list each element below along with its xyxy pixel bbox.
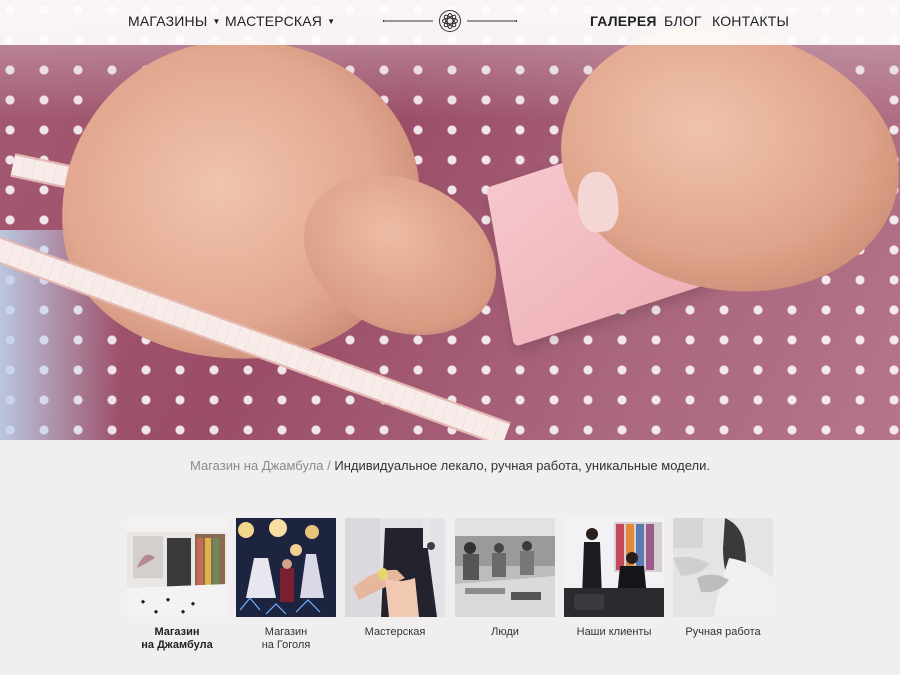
- gallery-label-clients[interactable]: Наши клиенты: [554, 626, 674, 639]
- ornament-flower-logo-icon[interactable]: [383, 8, 517, 34]
- nav-shops-label: МАГАЗИНЫ: [128, 13, 208, 29]
- gallery-label-handmade[interactable]: Ручная работа: [663, 626, 783, 639]
- gallery-label-shop-gogol[interactable]: Магазин на Гоголя: [226, 626, 346, 652]
- gallery-thumb-shop-gogol[interactable]: [236, 518, 336, 617]
- clients-image: [564, 518, 664, 617]
- gallery-label-shop-dzhambula[interactable]: Магазин на Джамбула: [117, 626, 237, 652]
- people-image: [455, 518, 555, 617]
- caret-down-icon: ▼: [327, 17, 336, 26]
- nav-contacts[interactable]: КОНТАКТЫ: [712, 0, 789, 45]
- gallery-label-people[interactable]: Люди: [445, 626, 565, 639]
- nav-workshop-label: МАСТЕРСКАЯ: [225, 13, 323, 29]
- label-line: на Джамбула: [141, 639, 213, 651]
- label-line: Магазин: [154, 626, 200, 638]
- caret-down-icon: ▼: [212, 17, 221, 26]
- shop-interior-image: [127, 518, 227, 617]
- gallery-label-workshop[interactable]: Мастерская: [335, 626, 455, 639]
- gallery-thumb-handmade[interactable]: [673, 518, 773, 617]
- hero-image: [0, 0, 900, 440]
- gallery-thumb-clients[interactable]: [564, 518, 664, 617]
- handmade-image: [673, 518, 773, 617]
- shop-gogol-image: [236, 518, 336, 617]
- gallery-caption: Магазин на Джамбула / Индивидуальное лек…: [0, 458, 900, 473]
- label-line: Ручная работа: [685, 626, 761, 638]
- label-line: Магазин: [264, 626, 308, 638]
- top-navigation: МАГАЗИНЫ ▼ МАСТЕРСКАЯ ▼ ГАЛЕРЕЯ БЛОГ КОНТА…: [0, 0, 900, 45]
- workshop-image: [345, 518, 445, 617]
- nav-gallery[interactable]: ГАЛЕРЕЯ: [590, 0, 657, 45]
- label-line: Мастерская: [364, 626, 426, 638]
- caption-separator: /: [323, 458, 335, 473]
- gallery-thumb-people[interactable]: [455, 518, 555, 617]
- label-line: Наши клиенты: [576, 626, 652, 638]
- label-line: на Гоголя: [261, 639, 311, 651]
- nav-blog[interactable]: БЛОГ: [664, 0, 702, 45]
- nav-shops[interactable]: МАГАЗИНЫ ▼: [128, 0, 221, 45]
- label-line: Люди: [491, 626, 519, 638]
- gallery-thumb-shop-dzhambula[interactable]: [127, 518, 227, 617]
- gallery-thumb-workshop[interactable]: [345, 518, 445, 617]
- nav-workshop[interactable]: МАСТЕРСКАЯ ▼: [225, 0, 335, 45]
- caption-location[interactable]: Магазин на Джамбула: [190, 458, 324, 473]
- caption-text: Индивидуальное лекало, ручная работа, ун…: [334, 458, 710, 473]
